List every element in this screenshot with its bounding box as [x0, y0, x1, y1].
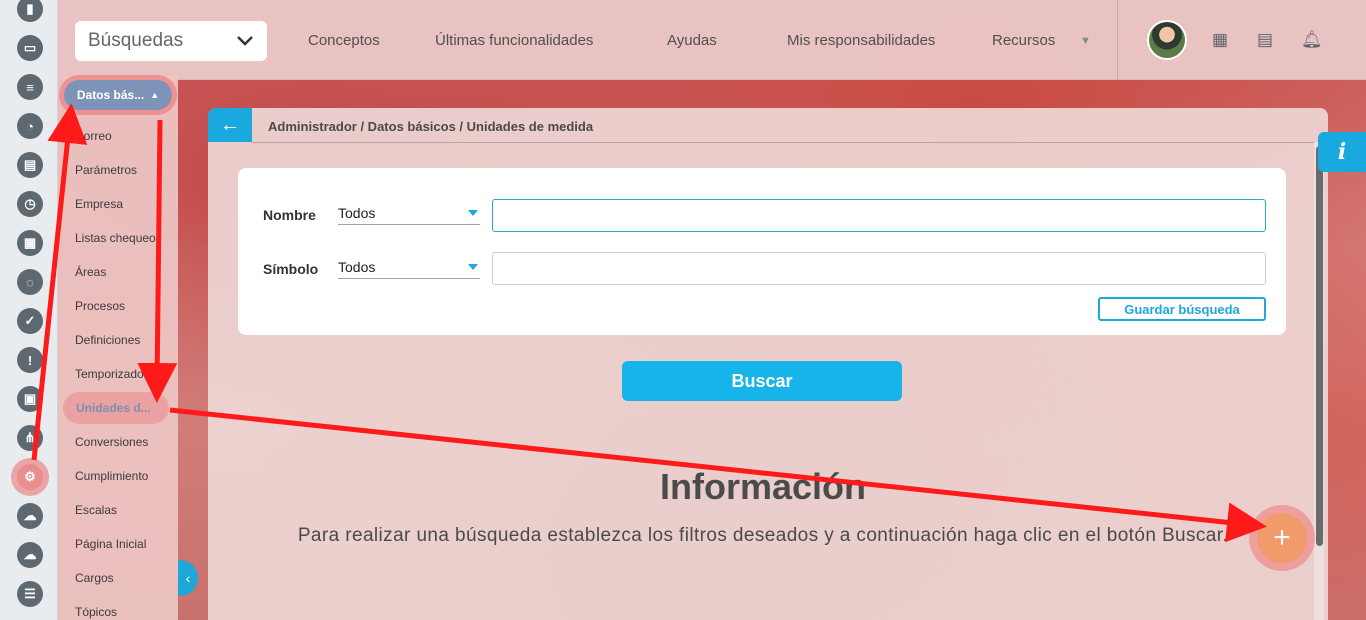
breadcrumb-divider	[252, 142, 1314, 143]
avatar[interactable]	[1147, 20, 1187, 60]
submenu-item-definiciones[interactable]: Definiciones	[75, 333, 167, 347]
cloud-settings-icon[interactable]: ☁	[17, 503, 43, 529]
save-search-button[interactable]: Guardar búsqueda	[1098, 297, 1266, 321]
icon-rail: ▮ ▭ ≡ ◔ ▤ ◷ ▦ ◌ ✓ ! ▣ ⋔ ⚙ ☁ ☁ ☰	[0, 0, 58, 620]
submenu-item-cumplimiento[interactable]: Cumplimiento	[75, 469, 167, 483]
back-button[interactable]: ←	[208, 108, 252, 142]
submenu-item-parametros[interactable]: Parámetros	[75, 163, 167, 177]
info-tab[interactable]: i	[1318, 132, 1366, 172]
nombre-label: Nombre	[263, 207, 316, 223]
search-select-label: Búsquedas	[88, 30, 184, 51]
caret-down-icon	[468, 264, 478, 270]
nav-ayudas[interactable]: Ayudas	[667, 32, 717, 49]
check-icon[interactable]: ✓	[17, 308, 43, 334]
arrow-left-icon: ←	[220, 113, 240, 136]
top-bar: Búsquedas Conceptos Últimas funcionalida…	[58, 0, 1366, 80]
simbolo-operator-value: Todos	[338, 259, 376, 275]
submenu-header-label: Datos bás...	[76, 88, 145, 102]
submenu-item-pagina-inicial[interactable]: Página Inicial	[75, 537, 167, 551]
nombre-operator-value: Todos	[338, 205, 376, 221]
map-icon[interactable]: ▤	[1255, 30, 1275, 50]
nav-conceptos[interactable]: Conceptos	[308, 32, 380, 49]
submenu-item-procesos[interactable]: Procesos	[75, 299, 167, 313]
align-icon[interactable]: ≡	[17, 74, 43, 100]
search-select[interactable]: Búsquedas	[75, 21, 267, 61]
submenu-item-areas[interactable]: Áreas	[75, 265, 167, 279]
submenu-item-topicos[interactable]: Tópicos	[75, 605, 167, 619]
topbar-divider	[1117, 0, 1118, 80]
pie-icon[interactable]: ◔	[17, 113, 43, 139]
search-button[interactable]: Buscar	[622, 361, 902, 401]
submenu-header[interactable]: Datos bás... ▲	[64, 80, 172, 110]
clock-icon[interactable]: ◷	[17, 191, 43, 217]
nav-recursos[interactable]: Recursos	[992, 32, 1055, 49]
nombre-operator-select[interactable]: Todos	[338, 205, 480, 225]
submenu-item-cargos[interactable]: Cargos	[75, 571, 167, 585]
submenu-datos-basicos: Datos bás... ▲ Correo Parámetros Empresa…	[58, 75, 178, 620]
breadcrumb: Administrador / Datos básicos / Unidades…	[268, 119, 594, 134]
info-text: Para realizar una búsqueda establezca lo…	[297, 525, 1229, 546]
cycle-icon[interactable]: ◌	[17, 269, 43, 295]
nombre-input[interactable]	[492, 199, 1266, 232]
map-icon[interactable]: ▤	[17, 152, 43, 178]
document-icon[interactable]: ▦	[17, 230, 43, 256]
nav-mis-responsabilidades[interactable]: Mis responsabilidades	[787, 32, 935, 49]
caret-up-icon: ▲	[150, 90, 160, 100]
submenu-item-temporizadores[interactable]: Temporizadores	[75, 367, 167, 381]
warning-icon[interactable]: !	[17, 347, 43, 373]
cloud-icon[interactable]: ☁	[17, 542, 43, 568]
simbolo-operator-select[interactable]: Todos	[338, 259, 480, 279]
chart-icon[interactable]: ▮	[17, 0, 43, 22]
flow-icon[interactable]: ⋔	[17, 425, 43, 451]
chevron-left-icon: ‹	[185, 570, 191, 586]
add-button[interactable]: +	[1257, 513, 1307, 563]
calendar-icon[interactable]: ▣	[17, 386, 43, 412]
info-title: Información	[659, 466, 866, 507]
chevron-down-icon	[237, 36, 253, 46]
bell-icon[interactable]: 🔔︎	[1301, 30, 1323, 50]
nav-ultimas-funcionalidades[interactable]: Últimas funcionalidades	[435, 32, 593, 49]
recursos-dropdown-icon[interactable]: ▼	[1080, 35, 1091, 47]
submenu-item-listas-chequeo[interactable]: Listas chequeo	[75, 231, 167, 245]
submenu-item-empresa[interactable]: Empresa	[75, 197, 167, 211]
submenu-item-unidades-de-medida[interactable]: Unidades d...	[66, 395, 166, 421]
submenu-item-escalas[interactable]: Escalas	[75, 503, 167, 517]
scrollbar-thumb[interactable]	[1316, 146, 1323, 546]
main-panel: ← Administrador / Datos básicos / Unidad…	[208, 108, 1328, 620]
filter-card: Nombre Todos Símbolo Todos Guardar búsqu…	[238, 168, 1286, 335]
info-icon: i	[1337, 139, 1347, 165]
calendar-icon[interactable]: ▦	[1210, 30, 1230, 50]
simbolo-input[interactable]	[492, 252, 1266, 285]
submenu-item-correo[interactable]: Correo	[75, 129, 167, 143]
list-icon[interactable]: ☰	[17, 581, 43, 607]
caret-down-icon	[468, 210, 478, 216]
simbolo-label: Símbolo	[263, 261, 319, 277]
gear-icon[interactable]: ⚙	[17, 464, 43, 490]
monitor-icon[interactable]: ▭	[17, 35, 43, 61]
plus-icon: +	[1273, 521, 1291, 554]
submenu-item-conversiones[interactable]: Conversiones	[75, 435, 167, 449]
